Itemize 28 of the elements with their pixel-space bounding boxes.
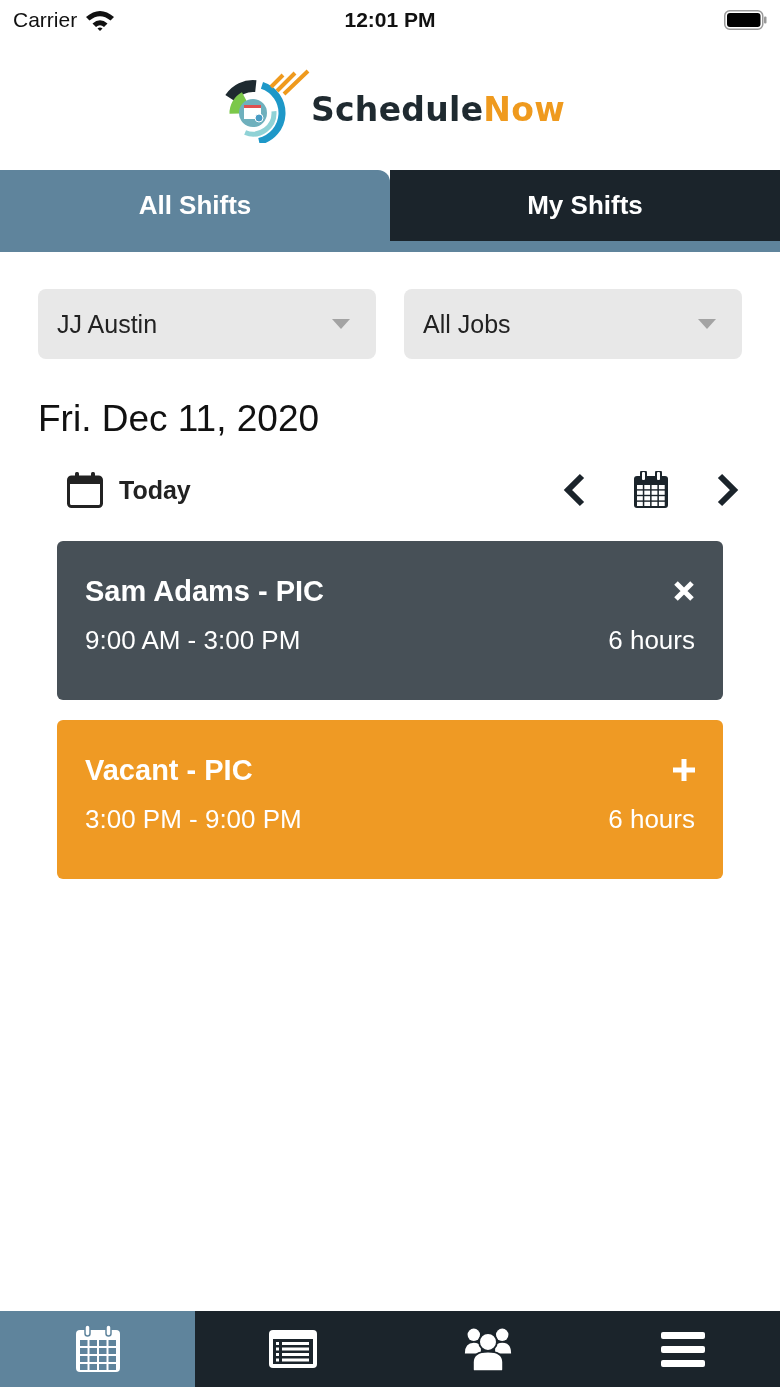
shift-title: Sam Adams - PIC bbox=[85, 574, 326, 609]
nav-tab[interactable] bbox=[585, 1311, 780, 1387]
wifi-icon bbox=[85, 9, 116, 31]
tab[interactable]: All Shifts bbox=[0, 170, 390, 241]
caret-icon bbox=[332, 319, 350, 329]
logo-wordmark: ScheduleNow bbox=[310, 89, 566, 129]
close-icon[interactable] bbox=[673, 580, 695, 602]
tab[interactable]: My Shifts bbox=[390, 170, 780, 241]
calendar-icon[interactable] bbox=[633, 471, 669, 509]
dropdown[interactable]: All Jobs bbox=[404, 289, 742, 359]
chevron-right-icon[interactable] bbox=[716, 473, 740, 507]
today-button[interactable]: Today bbox=[67, 472, 191, 508]
shift-time: 3:00 PM - 9:00 PM bbox=[85, 803, 303, 835]
carrier-label: Carrier bbox=[13, 8, 78, 32]
shift-time: 9:00 AM - 3:00 PM bbox=[85, 624, 302, 656]
shift-card[interactable]: Sam Adams - PIC 9:00 AM - 3:00 PM 6 hours bbox=[57, 541, 723, 700]
caret-icon bbox=[698, 319, 716, 329]
date-heading: Fri. Dec 11, 2020 bbox=[38, 397, 321, 441]
calendar-icon bbox=[67, 472, 103, 508]
chevron-left-icon[interactable] bbox=[562, 473, 586, 507]
dropdown[interactable]: JJ Austin bbox=[38, 289, 376, 359]
nav-tab[interactable] bbox=[195, 1311, 390, 1387]
status-time: 12:01 PM bbox=[344, 8, 436, 32]
shift-title: Vacant - PIC bbox=[85, 753, 254, 788]
calendar-icon bbox=[73, 1324, 122, 1374]
battery-icon bbox=[724, 10, 767, 30]
shift-duration: 6 hours bbox=[608, 803, 695, 835]
shift-duration: 6 hours bbox=[608, 624, 695, 656]
